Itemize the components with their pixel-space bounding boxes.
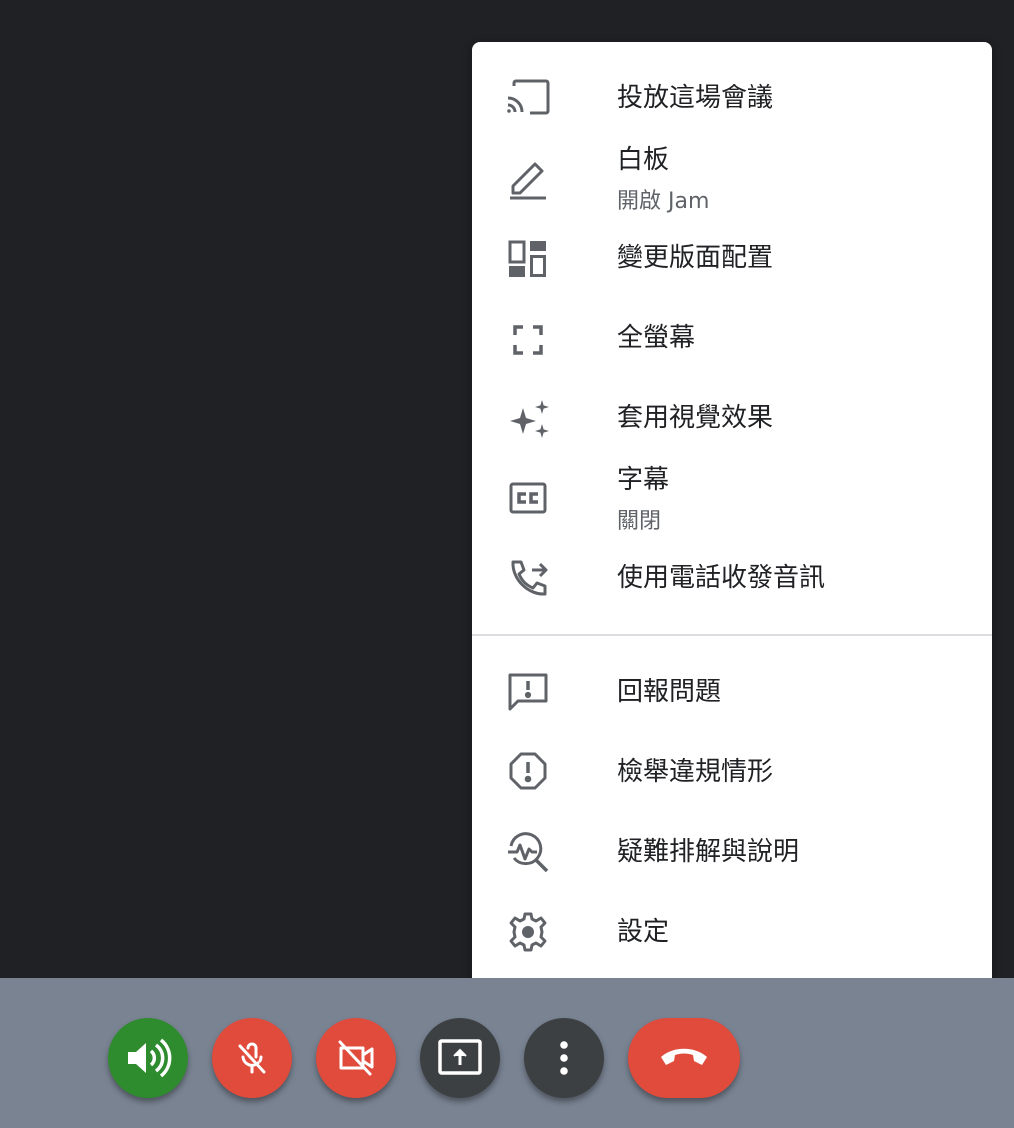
menu-item-fullscreen[interactable]: 全螢幕	[472, 310, 992, 366]
more-vert-icon	[556, 1038, 572, 1078]
menu-item-visual-effects[interactable]: 套用視覺效果	[472, 390, 992, 446]
more-options-menu: 投放這場會議 白板 開啟 Jam 變更版面配置 全螢幕 套用視覺效果 字幕 關閉…	[472, 42, 992, 988]
gear-icon	[506, 910, 550, 954]
speaker-button[interactable]	[108, 1018, 188, 1098]
menu-item-label: 全螢幕	[617, 323, 696, 353]
more-options-button[interactable]	[524, 1018, 604, 1098]
present-now-button[interactable]	[420, 1018, 500, 1098]
menu-item-label: 疑難排解與說明	[617, 837, 800, 867]
menu-item-label: 設定	[617, 917, 670, 947]
menu-divider	[472, 634, 992, 636]
pen-icon	[506, 156, 550, 200]
layout-icon	[506, 238, 550, 282]
menu-item-label: 檢舉違規情形	[617, 757, 774, 787]
feedback-icon	[506, 670, 550, 714]
menu-item-label: 變更版面配置	[617, 243, 774, 273]
speaker-icon	[124, 1034, 172, 1082]
menu-item-sublabel: 開啟 Jam	[617, 189, 710, 214]
menu-item-sublabel: 關閉	[617, 509, 662, 534]
menu-item-change-layout[interactable]: 變更版面配置	[472, 230, 992, 286]
camera-button[interactable]	[316, 1018, 396, 1098]
phone-forward-icon	[506, 556, 550, 600]
menu-item-cast[interactable]: 投放這場會議	[472, 70, 992, 126]
menu-item-label: 投放這場會議	[617, 83, 774, 113]
menu-item-report-abuse[interactable]: 檢舉違規情形	[472, 744, 992, 800]
mic-off-icon	[232, 1038, 272, 1078]
report-icon	[506, 750, 550, 794]
menu-item-label: 白板	[617, 145, 670, 175]
troubleshoot-icon	[506, 830, 550, 874]
end-call-button[interactable]	[628, 1018, 740, 1098]
menu-item-troubleshooting[interactable]: 疑難排解與說明	[472, 824, 992, 880]
microphone-button[interactable]	[212, 1018, 292, 1098]
menu-item-report-problem[interactable]: 回報問題	[472, 664, 992, 720]
sparkle-icon	[506, 396, 550, 440]
camera-off-icon	[336, 1038, 376, 1078]
menu-item-label: 回報問題	[617, 677, 722, 707]
menu-item-settings[interactable]: 設定	[472, 904, 992, 960]
menu-item-whiteboard[interactable]: 白板 開啟 Jam	[472, 142, 992, 218]
present-screen-icon	[436, 1034, 484, 1082]
menu-item-label: 套用視覺效果	[617, 403, 774, 433]
menu-item-phone-audio[interactable]: 使用電話收發音訊	[472, 550, 992, 606]
end-call-icon	[658, 1043, 710, 1073]
menu-item-label: 字幕	[617, 465, 670, 495]
menu-item-label: 使用電話收發音訊	[617, 563, 826, 593]
fullscreen-icon	[506, 318, 550, 362]
closed-caption-icon	[506, 476, 550, 520]
cast-icon	[506, 76, 550, 120]
menu-item-captions[interactable]: 字幕 關閉	[472, 462, 992, 538]
